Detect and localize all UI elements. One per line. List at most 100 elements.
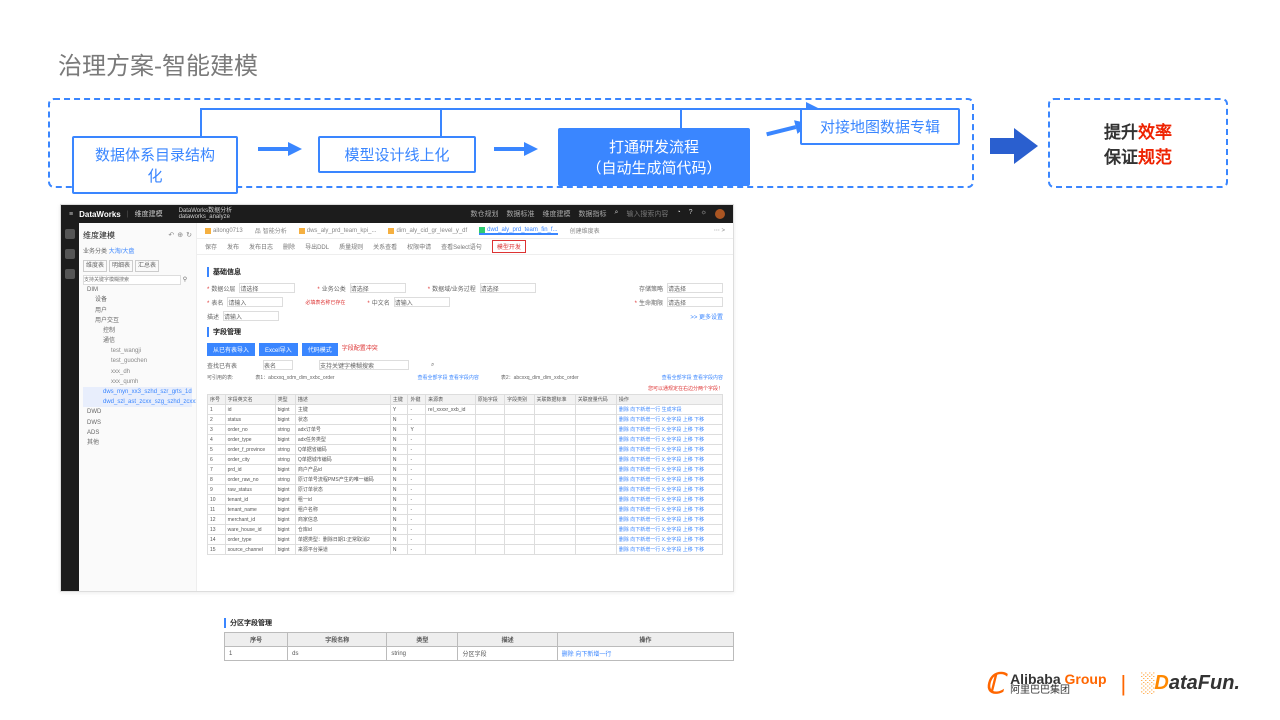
op-delete[interactable]: 删除 bbox=[283, 242, 295, 251]
row-ops[interactable]: 删除 向下新增一行 X.全字段 上移 下移 bbox=[616, 525, 722, 535]
op-select[interactable]: 查看Select语句 bbox=[441, 242, 482, 251]
form-area: 基础信息 *数据公层请选择 *业务公类请选择 *数据域/业务过程请选择 存储策略… bbox=[197, 255, 733, 561]
tab-1[interactable]: 品智能分析 bbox=[255, 226, 287, 235]
more-settings[interactable]: >> 更多设置 bbox=[690, 312, 723, 321]
row-ops[interactable]: 删除 向下新增一行 X.全字段 上移 下移 bbox=[616, 435, 722, 445]
footer-divider: | bbox=[1121, 671, 1127, 697]
refresh-icon[interactable]: ↻ bbox=[186, 230, 192, 242]
tree-leaf-2[interactable]: test_guochen bbox=[83, 356, 192, 366]
row-ops[interactable]: 删除 向下新增一行 X.全字段 上移 下移 bbox=[616, 535, 722, 545]
tree-dim-c2[interactable]: 用户 bbox=[83, 306, 192, 316]
f-store[interactable]: 请选择 bbox=[667, 283, 723, 293]
partition-header: 类型 bbox=[387, 633, 458, 647]
tab-0[interactable]: aitong0713 bbox=[205, 228, 243, 234]
tab-4[interactable]: dwd_aly_prd_team_fin_f... bbox=[479, 227, 557, 235]
tree-temp[interactable]: 其他 bbox=[83, 438, 192, 448]
row-ops[interactable]: 删除 向下新增一行 X.全字段 上移 下移 bbox=[616, 485, 722, 495]
tab-3[interactable]: dim_aly_cid_gr_level_y_df bbox=[388, 228, 467, 234]
avatar[interactable] bbox=[715, 209, 725, 219]
side-tab-2[interactable]: 明细表 bbox=[109, 260, 133, 272]
op-publish[interactable]: 发布 bbox=[227, 242, 239, 251]
btn-import-excel[interactable]: Excel导入 bbox=[259, 343, 298, 356]
menu-icon[interactable]: ≡ bbox=[69, 211, 73, 218]
row-ops[interactable]: 删除 向下新增一行 X.全字段 上移 下移 bbox=[616, 465, 722, 475]
undo-icon[interactable]: ↶ bbox=[168, 230, 174, 242]
search-icon[interactable]: ⌕ bbox=[615, 209, 619, 219]
btn-import-table[interactable]: 从已有表导入 bbox=[207, 343, 255, 356]
f-proc[interactable]: 请选择 bbox=[480, 283, 536, 293]
rail-icon-3[interactable] bbox=[65, 269, 75, 279]
ref-t2-links[interactable]: 查看全部字段 查看字段内容 bbox=[662, 374, 723, 381]
tree-dim[interactable]: DIM bbox=[83, 285, 192, 295]
side-tab-3[interactable]: 汇总表 bbox=[135, 260, 159, 272]
row-ops[interactable]: 删除 向下新增一行 X.全字段 上移 下移 bbox=[616, 415, 722, 425]
new-icon[interactable]: ⊕ bbox=[177, 230, 183, 242]
tabs-more-icon[interactable]: ⋯ > bbox=[714, 227, 725, 234]
f-tname[interactable]: 请输入 bbox=[227, 297, 283, 307]
row-ops[interactable]: 删除 向下新增一行 X.全字段 上移 下移 bbox=[616, 475, 722, 485]
f-cn[interactable]: 请输入 bbox=[394, 297, 450, 307]
settings-icon[interactable]: ☼ bbox=[701, 209, 707, 219]
top-link-3[interactable]: 维度建模 bbox=[543, 209, 571, 219]
filter-type[interactable]: 表名 bbox=[263, 360, 293, 370]
tree-active-2[interactable]: dwd_szl_ast_zcxx_szg_szhd_zcxxx bbox=[83, 397, 192, 407]
rail-icon-2[interactable] bbox=[65, 249, 75, 259]
tree-leaf-3[interactable]: xxx_dh bbox=[83, 367, 192, 377]
tree-leaf-1[interactable]: test_wangji bbox=[83, 346, 192, 356]
view-value[interactable]: 大淘/大盘 bbox=[109, 249, 135, 255]
btn-conflict[interactable]: 字段配置冲突 bbox=[342, 343, 378, 356]
tab-2[interactable]: dws_aly_prd_team_kpi_... bbox=[299, 228, 377, 234]
op-publog[interactable]: 发布日志 bbox=[249, 242, 273, 251]
ref-t1-links[interactable]: 查看全部字段 查看字段内容 bbox=[417, 374, 478, 381]
p-ops[interactable]: 删除 向下新增一行 bbox=[557, 647, 733, 661]
op-model-dev[interactable]: 模型开发 bbox=[492, 240, 526, 253]
tree-leaf-4[interactable]: xxx_qumh bbox=[83, 377, 192, 387]
tree-ui-c1[interactable]: 控制 bbox=[83, 326, 192, 336]
side-tab-1[interactable]: 维度表 bbox=[83, 260, 107, 272]
row-ops[interactable]: 删除 向下新增一行 X.全字段 上移 下移 bbox=[616, 495, 722, 505]
btn-code-mode[interactable]: 代码模式 bbox=[302, 343, 338, 356]
filter-icon[interactable]: ⚲ bbox=[181, 277, 187, 283]
tree-dwd[interactable]: DWD bbox=[83, 407, 192, 417]
f-life[interactable]: 请选择 bbox=[667, 297, 723, 307]
table-row: 10tenant_idbigint租一idN-删除 向下新增一行 X.全字段 上… bbox=[208, 495, 723, 505]
f-desc[interactable]: 请输入 bbox=[223, 311, 279, 321]
tree-search[interactable] bbox=[83, 275, 181, 285]
op-relation[interactable]: 关系查看 bbox=[373, 242, 397, 251]
f-datadomain[interactable]: 请选择 bbox=[239, 283, 295, 293]
tree-ui-c2[interactable]: 通信 bbox=[83, 336, 192, 346]
op-ddl[interactable]: 导出DDL bbox=[305, 242, 329, 251]
op-perm[interactable]: 权限申请 bbox=[407, 242, 431, 251]
tree-dim-c1[interactable]: 设备 bbox=[83, 295, 192, 305]
row-ops[interactable]: 删除 向下新增一行 X.全字段 上移 下移 bbox=[616, 505, 722, 515]
row-ops[interactable]: 删除 向下新增一行 X.全字段 上移 下移 bbox=[616, 545, 722, 555]
tree-dws[interactable]: DWS bbox=[83, 418, 192, 428]
alibaba-smile-icon: ℂ bbox=[985, 667, 1005, 700]
tree-ads[interactable]: ADS bbox=[83, 428, 192, 438]
top-link-2[interactable]: 数据标准 bbox=[507, 209, 535, 219]
op-save[interactable]: 保存 bbox=[205, 242, 217, 251]
rail-icon-1[interactable] bbox=[65, 229, 75, 239]
tab-5[interactable]: 创建维度表 bbox=[570, 226, 600, 235]
bell-icon[interactable]: ◔ bbox=[676, 209, 680, 219]
search-btn-icon[interactable]: ⌕ bbox=[431, 362, 434, 369]
top-link-1[interactable]: 数仓规划 bbox=[471, 209, 499, 219]
search-placeholder[interactable]: 输入搜索内容 bbox=[626, 209, 668, 219]
help-icon[interactable]: ? bbox=[689, 209, 693, 219]
alibaba-en-2: Group bbox=[1065, 671, 1107, 687]
table-header: 字段英文名 bbox=[225, 395, 275, 405]
row-ops[interactable]: 删除 向下新增一行 X.全字段 上移 下移 bbox=[616, 455, 722, 465]
row-ops[interactable]: 删除 向下新增一行 X.全字段 上移 下移 bbox=[616, 445, 722, 455]
filter-search[interactable]: 支持关键字模糊搜索 bbox=[319, 360, 409, 370]
row-ops[interactable]: 删除 向下新增一行 X.全字段 上移 下移 bbox=[616, 425, 722, 435]
tree-user-inter[interactable]: 用户交互 bbox=[83, 316, 192, 326]
app-screenshot: ≡ DataWorks | 维度建模 DataWorks数据分析 datawor… bbox=[60, 204, 734, 592]
tree-active-1[interactable]: dws_myn_xx3_szhd_szr_grts_1d bbox=[83, 387, 192, 397]
row-ops[interactable]: 删除 向下新增一行 X.全字段 上移 下移 bbox=[616, 515, 722, 525]
ref-t2: 表2：abcxxq_dim_dim_xxbc_order bbox=[501, 374, 579, 381]
top-link-4[interactable]: 数据指标 bbox=[579, 209, 607, 219]
op-quality[interactable]: 质量规则 bbox=[339, 242, 363, 251]
partition-block: 分区字段管理 序号字段名称类型描述操作 1 ds string 分区字段 删除 … bbox=[224, 618, 734, 661]
row-ops[interactable]: 删除 向下新增一行 生成字段 bbox=[616, 405, 722, 415]
f-biz[interactable]: 请选择 bbox=[350, 283, 406, 293]
